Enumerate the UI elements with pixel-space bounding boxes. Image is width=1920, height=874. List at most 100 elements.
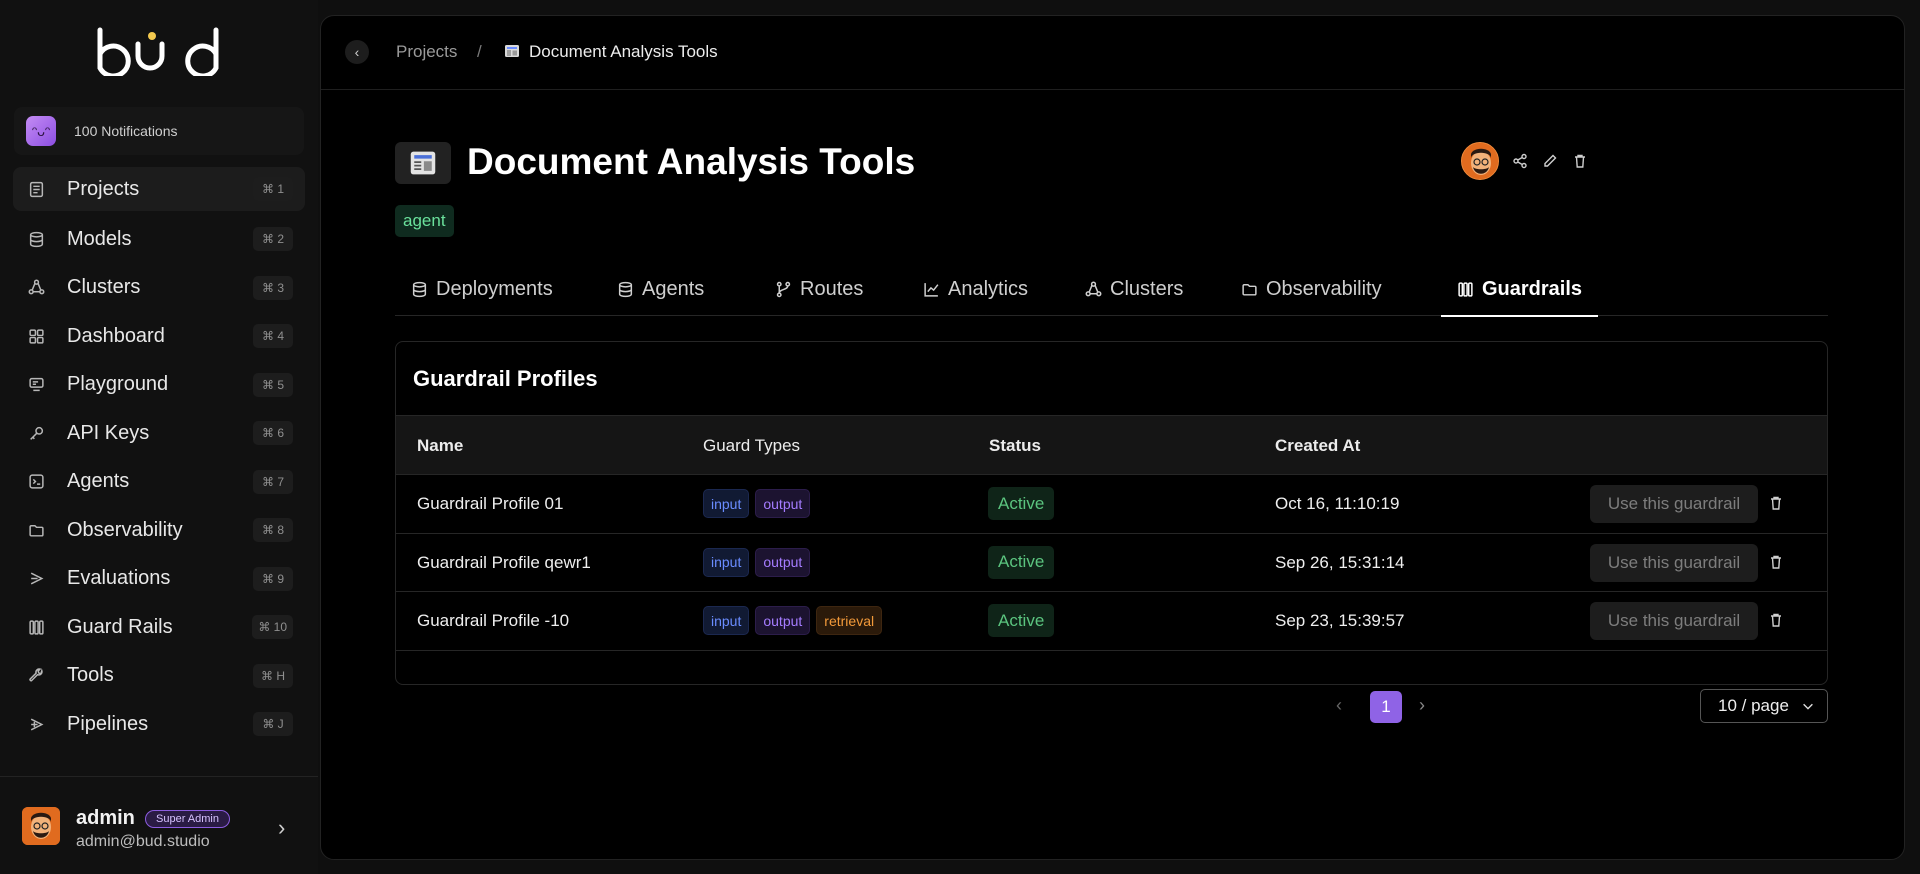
tab-label: Clusters [1110,277,1184,300]
bud-logo [97,27,219,76]
shortcut-badge: ⌘ 4 [253,324,293,349]
sidebar-item-label: Clusters [67,276,141,299]
sidebar-nav: Projects ⌘ 1 Models ⌘ 2 Clusters ⌘ 3 Das… [13,167,305,749]
shortcut-badge: ⌘ 6 [253,421,293,446]
use-guardrail-button[interactable]: Use this guardrail [1590,602,1758,640]
breadcrumb-projects[interactable]: Projects [396,42,457,62]
tab-observability[interactable]: Observability [1225,262,1398,316]
back-button[interactable]: ‹ [345,40,369,64]
shortcut-badge: ⌘ H [253,663,293,688]
guard-type-chip: output [755,489,811,518]
document-icon [27,180,45,198]
use-guardrail-button[interactable]: Use this guardrail [1590,485,1758,523]
notification-avatar-icon: ᵔᴗᵔ [26,116,56,146]
project-icon [395,142,451,184]
sidebar-item-observability[interactable]: Observability ⌘ 8 [13,506,305,555]
database-icon [618,281,633,297]
table-row[interactable]: Guardrail Profile qewr1 input output Act… [396,534,1827,592]
sidebar-item-projects[interactable]: Projects ⌘ 1 [13,167,305,211]
tab-routes[interactable]: Routes [759,262,879,316]
column-header-created-at: Created At [1275,436,1361,455]
trash-icon[interactable] [1768,495,1784,511]
guardrail-profiles-card: Guardrail Profiles Name Guard Types Stat… [395,341,1828,685]
guard-type-chip: input [703,489,750,518]
tab-label: Observability [1266,277,1382,300]
trash-icon[interactable] [1571,152,1589,170]
app-root: bud ᵔᴗᵔ 100 Notifications Projects ⌘ 1 M… [0,0,1920,874]
user-profile[interactable]: admin Super Admin admin@bud.studio › [0,776,318,874]
sidebar-item-models[interactable]: Models ⌘ 2 [13,215,305,264]
pagination: ‹ 1 › 10 / page [321,689,1904,723]
guard-type-chip: retrieval [816,606,883,635]
avatar [22,807,60,845]
sidebar-item-label: Models [67,227,132,250]
shortcut-badge: ⌘ 7 [253,469,293,494]
user-name: admin [76,807,135,829]
database-icon [27,230,45,248]
sidebar-item-tools[interactable]: Tools ⌘ H [13,652,305,701]
sidebar-item-label: Dashboard [67,324,165,347]
notifications-button[interactable]: ᵔᴗᵔ 100 Notifications [14,107,304,155]
sidebar-item-label: Playground [67,373,169,396]
tab-agents[interactable]: Agents [601,262,720,316]
avatar[interactable] [1461,142,1499,180]
chevron-left-icon[interactable]: ‹ [1336,695,1342,716]
table-row[interactable]: Guardrail Profile 01 input output Active… [396,475,1827,534]
sidebar-item-pipelines[interactable]: Pipelines ⌘ J [13,700,305,749]
tab-deployments[interactable]: Deployments [395,262,569,316]
chevron-right-icon[interactable]: › [1419,695,1425,716]
tab-clusters[interactable]: Clusters [1069,262,1199,316]
sidebar-item-label: Projects [67,177,140,200]
notifications-label: 100 Notifications [74,123,178,139]
sidebar-item-label: Guard Rails [67,615,173,638]
shortcut-badge: ⌘ 1 [253,177,293,201]
table-row[interactable]: Guardrail Profile -10 input output retri… [396,592,1827,651]
sidebar-item-clusters[interactable]: Clusters ⌘ 3 [13,264,305,313]
shortcut-badge: ⌘ 8 [253,518,293,543]
grid-icon [27,327,45,345]
tab-analytics[interactable]: Analytics [907,262,1044,316]
sidebar-item-label: Tools [67,664,114,687]
guard-type-chip: input [703,606,750,635]
status-badge: Active [988,604,1055,637]
use-guardrail-button[interactable]: Use this guardrail [1590,543,1758,582]
trash-icon[interactable] [1768,554,1784,570]
trash-icon[interactable] [1768,612,1784,628]
chart-icon [924,282,939,297]
sidebar-item-label: Evaluations [67,567,171,590]
profile-name: Guardrail Profile 01 [417,494,564,513]
main-panel: ‹ Projects / Document Analysis Tools Doc… [320,15,1905,860]
sidebar-item-api-keys[interactable]: API Keys ⌘ 6 [13,409,305,458]
user-email: admin@bud.studio [76,833,210,850]
guardrail-icon [27,618,45,636]
chevron-right-icon[interactable]: › [278,815,285,841]
page-number-current[interactable]: 1 [1370,691,1402,723]
sidebar-item-evaluations[interactable]: Evaluations ⌘ 9 [13,555,305,604]
tab-label: Agents [642,277,705,300]
sidebar-item-guard-rails[interactable]: Guard Rails ⌘ 10 [13,603,305,652]
sidebar-item-agents[interactable]: Agents ⌘ 7 [13,458,305,507]
page-size-select[interactable]: 10 / page [1700,689,1828,723]
guardrail-icon [1458,281,1473,297]
sidebar: bud ᵔᴗᵔ 100 Notifications Projects ⌘ 1 M… [0,0,318,874]
profile-name: Guardrail Profile -10 [417,611,570,630]
shortcut-badge: ⌘ 5 [253,372,293,397]
guard-type-chip: output [755,547,811,577]
sidebar-item-label: Observability [67,518,183,541]
sidebar-item-dashboard[interactable]: Dashboard ⌘ 4 [13,312,305,361]
wrench-icon [27,667,45,685]
profile-name: Guardrail Profile qewr1 [417,552,591,572]
tab-guardrails[interactable]: Guardrails [1441,262,1599,317]
cluster-icon [1085,281,1102,296]
tab-label: Guardrails [1482,277,1583,300]
column-header-name: Name [417,436,464,455]
cluster-icon [27,279,45,297]
share-icon[interactable] [1511,152,1529,170]
column-header-guard-types: Guard Types [703,436,801,455]
guard-type-chips: input output retrieval [703,606,883,635]
shortcut-badge: ⌘ 9 [253,566,293,591]
sidebar-item-playground[interactable]: Playground ⌘ 5 [13,361,305,410]
edit-icon[interactable] [1541,152,1559,170]
guard-type-chip: input [703,547,750,577]
column-header-status: Status [989,436,1041,455]
